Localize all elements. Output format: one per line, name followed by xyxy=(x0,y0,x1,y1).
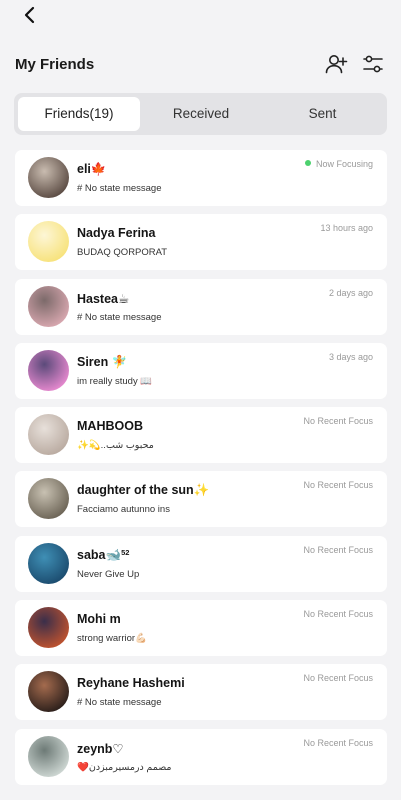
focus-status: No Recent Focus xyxy=(303,480,373,491)
online-dot-icon xyxy=(304,160,311,166)
focus-status: No Recent Focus xyxy=(303,544,373,555)
avatar xyxy=(28,735,69,777)
tab-friends[interactable]: Friends(19) xyxy=(18,97,140,131)
avatar xyxy=(28,607,69,649)
avatar xyxy=(28,671,69,713)
friend-name: MAHBOOB xyxy=(77,419,143,434)
friend-status-message: im really study 📖 xyxy=(77,375,153,387)
avatar xyxy=(28,285,69,327)
focus-status: 3 days ago xyxy=(328,351,373,362)
friend-name: daughter of the sun✨ xyxy=(77,483,210,498)
friend-status-message: BUDAQ QORPORAT xyxy=(77,247,168,259)
tab-sent[interactable]: Sent xyxy=(262,97,383,131)
friend-card[interactable]: Hastea☕ # No state message 2 days ago xyxy=(15,278,387,335)
friend-status-message: strong warrior💪🏻 xyxy=(77,633,147,645)
friend-card[interactable]: MAHBOOB ✨💫..محبوب شب No Recent Focus xyxy=(15,407,387,464)
friend-status-message: ❤️مصمم درمسیرمبزدن xyxy=(77,761,172,773)
friend-status-message: ✨💫..محبوب شب xyxy=(77,440,154,452)
friend-status-message: Facciamo autunno ins xyxy=(77,504,170,516)
focus-status: No Recent Focus xyxy=(303,609,373,620)
focus-status: No Recent Focus xyxy=(303,416,373,427)
friend-card[interactable]: saba🐋52 Never Give Up No Recent Focus xyxy=(15,535,387,592)
add-friend-icon[interactable] xyxy=(324,52,348,76)
friend-card[interactable]: eli🍁 # No state message Now Focusing xyxy=(15,150,387,206)
back-arrow-icon[interactable] xyxy=(20,4,40,26)
friend-status-message: Never Give Up xyxy=(77,568,140,580)
friend-name: saba🐋52 xyxy=(77,547,130,562)
friend-card[interactable]: daughter of the sun✨ Facciamo autunno in… xyxy=(15,471,387,528)
friend-card[interactable]: Siren 🧚 im really study 📖 3 days ago xyxy=(15,342,387,399)
page-title: My Friends xyxy=(15,56,95,73)
friend-level-badge: 52 xyxy=(121,547,130,557)
focus-status: Now Focusing xyxy=(304,159,373,169)
friend-name: zeynb♡ xyxy=(77,741,124,756)
friend-name: eli🍁 xyxy=(77,162,107,176)
friend-status-message: # No state message xyxy=(77,311,162,323)
tab-received[interactable]: Received xyxy=(140,97,262,131)
avatar xyxy=(28,221,69,263)
focus-status: 2 days ago xyxy=(328,287,373,298)
friend-status-message: # No state message xyxy=(77,697,162,709)
friend-card[interactable]: zeynb♡ ❤️مصمم درمسیرمبزدن No Recent Focu… xyxy=(15,728,387,785)
friend-card[interactable]: Nadya Ferina BUDAQ QORPORAT 13 hours ago xyxy=(15,214,387,271)
focus-status: No Recent Focus xyxy=(303,737,373,748)
friend-card[interactable]: Reyhane Hashemi # No state message No Re… xyxy=(15,664,387,721)
top-bar xyxy=(0,0,401,30)
friend-name: Siren 🧚 xyxy=(77,354,128,369)
friend-card[interactable]: Mohi m strong warrior💪🏻 No Recent Focus xyxy=(15,600,387,657)
avatar xyxy=(28,349,69,391)
page-header: My Friends xyxy=(0,50,401,80)
avatar xyxy=(28,542,69,584)
friend-name: Mohi m xyxy=(77,612,121,627)
friend-name: Nadya Ferina xyxy=(77,226,156,241)
friend-status-message: # No state message xyxy=(77,183,162,194)
avatar xyxy=(28,157,69,198)
friend-name: Hastea☕ xyxy=(77,291,130,306)
focus-status: No Recent Focus xyxy=(303,673,373,684)
filter-settings-icon[interactable] xyxy=(361,52,385,76)
avatar xyxy=(28,414,69,456)
friends-tabs: Friends(19) Received Sent xyxy=(14,93,387,135)
avatar xyxy=(28,478,69,520)
friends-list: eli🍁 # No state message Now Focusing Nad… xyxy=(15,150,387,793)
focus-status: 13 hours ago xyxy=(320,223,373,234)
friend-name: Reyhane Hashemi xyxy=(77,676,185,691)
